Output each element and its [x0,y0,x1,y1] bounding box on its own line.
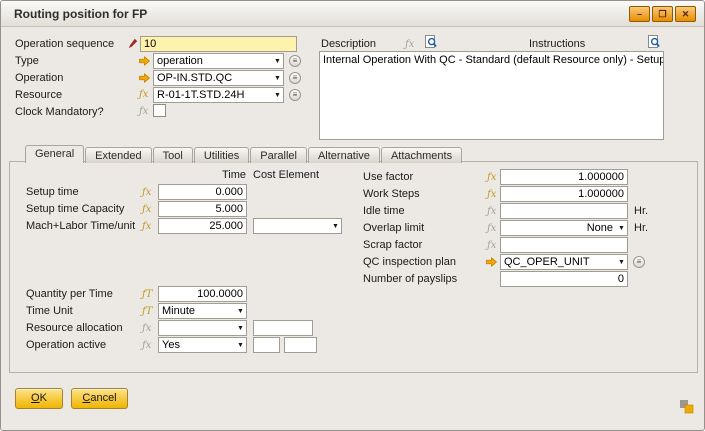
operation-active-value: Yes [159,339,235,351]
formula-icon: ƒT [142,306,152,318]
chevron-down-icon: ▼ [235,325,246,332]
idle-time-label: Idle time [363,205,405,218]
overlap-limit-label: Overlap limit [363,222,424,235]
resource-allocation-label: Resource allocation [26,322,123,335]
operation-active-to-input[interactable] [284,337,317,353]
tab-utilities[interactable]: Utilities [194,147,249,163]
overlap-limit-combo[interactable]: None ▼ [500,220,628,236]
operation-active-from-input[interactable] [253,337,280,353]
setup-time-capacity-label: Setup time Capacity [26,203,124,216]
quantity-per-time-label: Quantity per Time [26,288,113,301]
work-steps-label: Work Steps [363,188,420,201]
time-unit-label: Time Unit [26,305,73,318]
link-arrow-icon[interactable] [486,257,497,267]
operation-active-label: Operation active [26,339,106,352]
tab-attachments[interactable]: Attachments [381,147,462,163]
formula-icon: ƒx [142,221,151,233]
formula-icon: ƒx [142,340,151,352]
tab-bar: General Extended Tool Utilities Parallel… [25,144,463,163]
chevron-down-icon: ▼ [235,342,246,349]
chevron-down-icon: ▼ [235,308,246,315]
use-factor-label: Use factor [363,171,413,184]
tab-general[interactable]: General [25,145,84,163]
time-column-header: Time [181,169,246,182]
formula-icon: ƒx [487,189,496,201]
chevron-down-icon: ▼ [616,259,627,266]
general-tab-content: Time Cost Element Setup time ƒx Setup ti… [1,1,704,430]
formula-icon: ƒx [487,223,496,235]
qc-inspection-plan-combo[interactable]: QC_OPER_UNIT ▼ [500,254,628,270]
idle-time-input[interactable] [500,203,628,219]
routing-position-window: Routing position for FP – ❐ ✕ Operation … [0,0,705,431]
formula-icon: ƒx [142,323,151,335]
work-steps-input[interactable] [500,186,628,202]
overlap-limit-value: None [501,222,616,234]
number-of-payslips-label: Number of payslips [363,273,457,286]
chevron-down-icon: ▼ [330,223,341,230]
tab-alternative[interactable]: Alternative [308,147,380,163]
formula-icon: ƒx [487,240,496,252]
tab-tool[interactable]: Tool [153,147,193,163]
time-unit-value: Minute [159,305,235,317]
formula-icon: ƒT [142,289,152,301]
tab-extended[interactable]: Extended [85,147,151,163]
scrap-factor-label: Scrap factor [363,239,422,252]
mach-labor-time-input[interactable] [158,218,247,234]
tab-parallel[interactable]: Parallel [250,147,307,163]
chevron-down-icon: ▼ [616,225,627,232]
setup-time-capacity-input[interactable] [158,201,247,217]
formula-icon: ƒx [142,204,151,216]
formula-icon: ƒx [142,187,151,199]
mach-labor-time-label: Mach+Labor Time/unit [26,220,135,233]
choose-from-list-icon[interactable]: ≡ [633,256,645,268]
resource-allocation-extra-input[interactable] [253,320,313,336]
time-unit-combo[interactable]: Minute ▼ [158,303,247,319]
use-factor-input[interactable] [500,169,628,185]
setup-time-label: Setup time [26,186,79,199]
qc-inspection-plan-value: QC_OPER_UNIT [501,256,616,268]
cost-element-column-header: Cost Element [253,169,319,182]
qc-inspection-plan-label: QC inspection plan [363,256,456,269]
idle-time-unit-label: Hr. [634,205,648,218]
operation-active-combo[interactable]: Yes ▼ [158,337,247,353]
number-of-payslips-input[interactable] [500,271,628,287]
scrap-factor-input[interactable] [500,237,628,253]
resource-allocation-combo[interactable]: ▼ [158,320,247,336]
quantity-per-time-input[interactable] [158,286,247,302]
setup-time-input[interactable] [158,184,247,200]
overlap-limit-unit-label: Hr. [634,222,648,235]
formula-icon: ƒx [487,172,496,184]
cost-element-combo[interactable]: ▼ [253,218,342,234]
formula-icon: ƒx [487,206,496,218]
